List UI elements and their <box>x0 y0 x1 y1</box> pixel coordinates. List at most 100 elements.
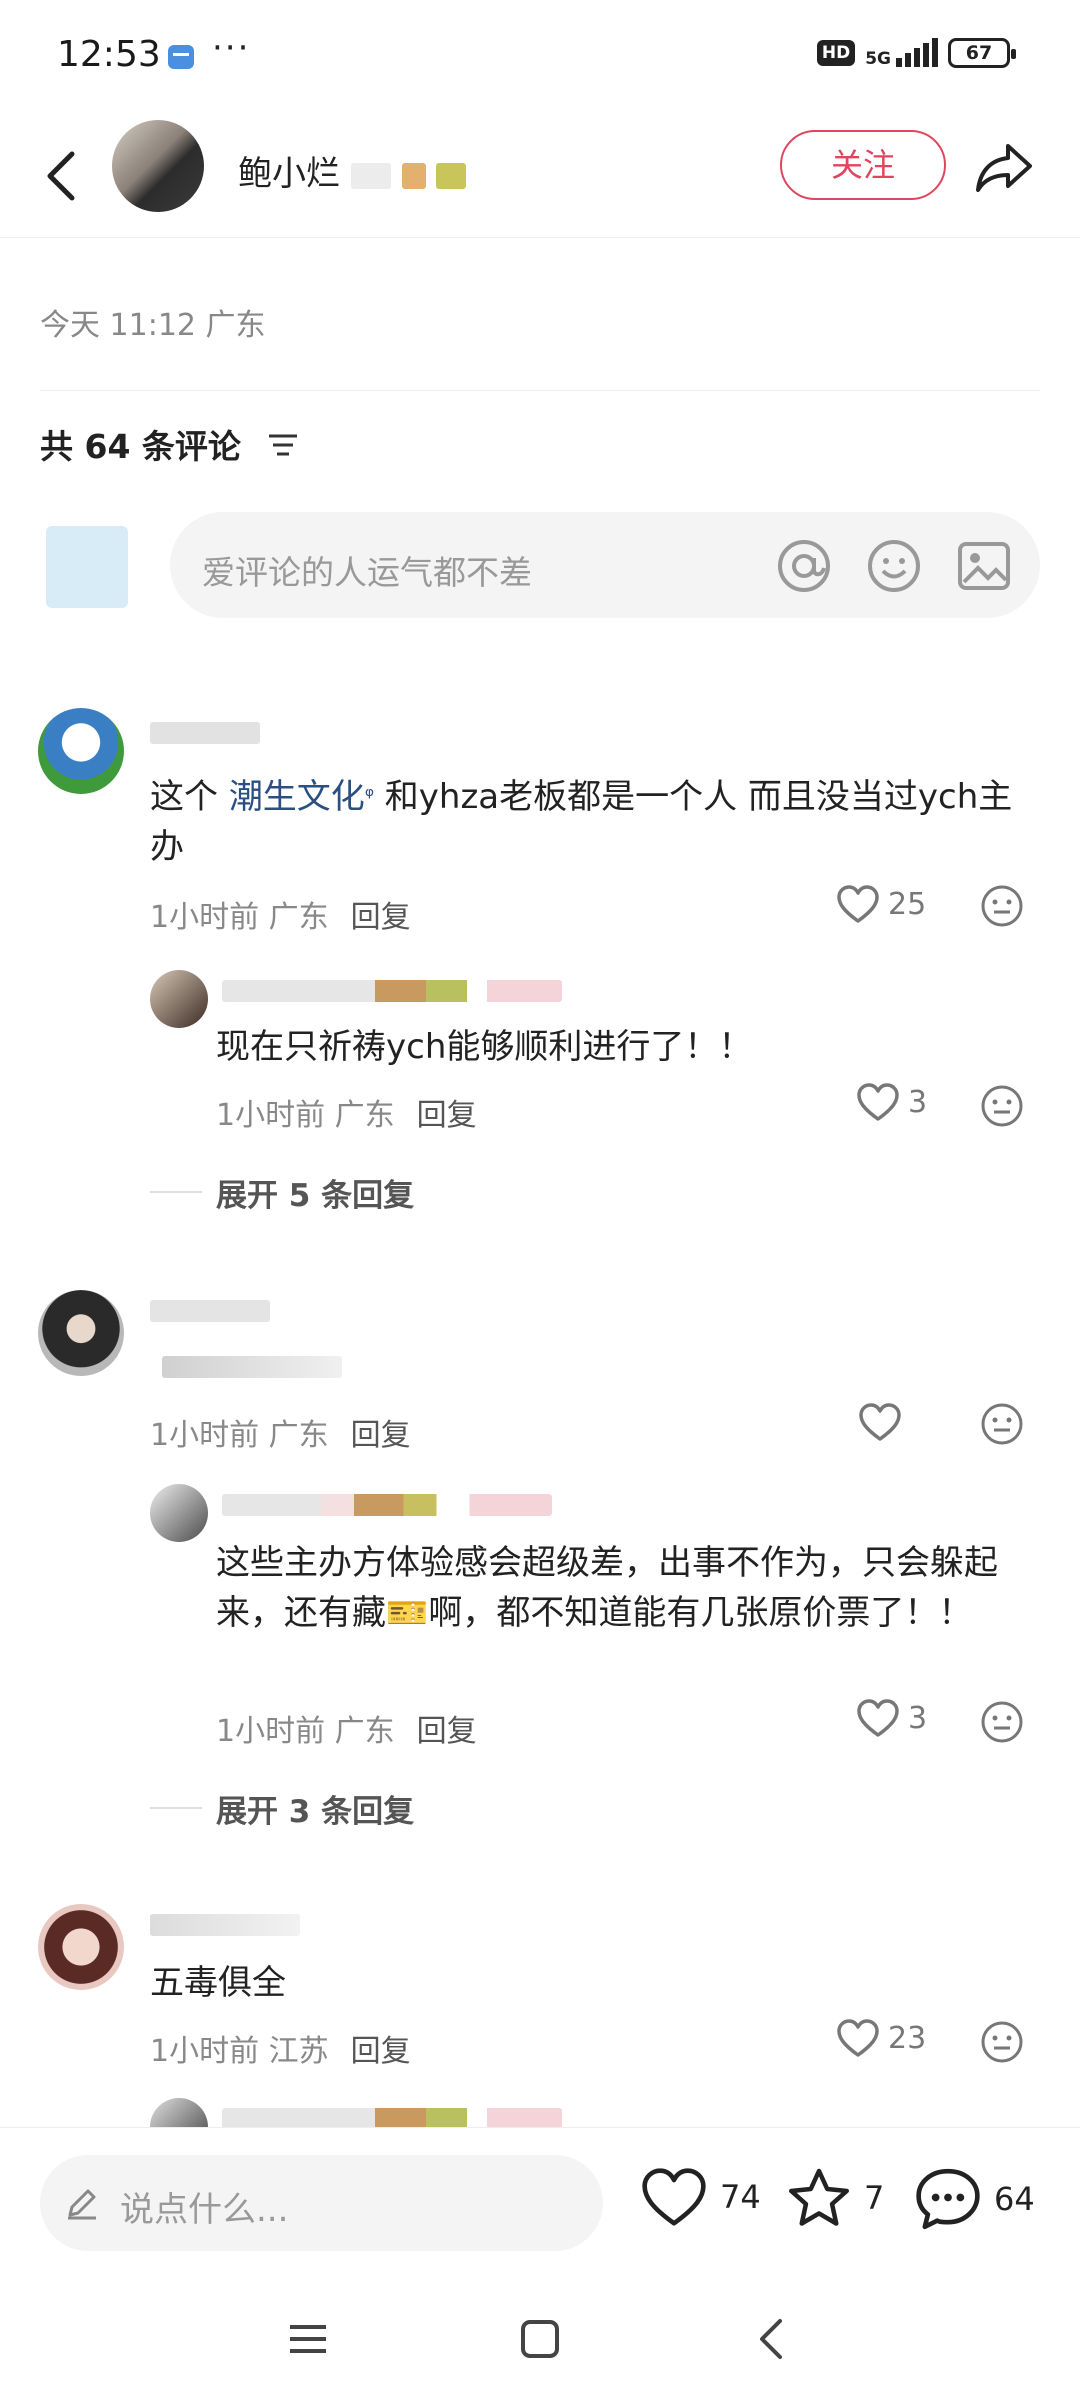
my-avatar <box>46 526 128 608</box>
reply-text: 这些主办方体验感会超级差，出事不作为，只会躲起来，还有藏🎫啊，都不知道能有几张原… <box>216 1543 998 1633</box>
status-bar: 12:53 ··· HD 5G 67 <box>0 0 1080 112</box>
like-count: 25 <box>888 886 927 922</box>
share-icon <box>976 144 1032 192</box>
chevron-left-icon <box>47 151 75 201</box>
like-button[interactable] <box>858 1402 910 1442</box>
heart-icon <box>859 1403 901 1441</box>
like-count: 23 <box>888 2020 927 2056</box>
back-button[interactable] <box>30 136 94 216</box>
post-comment-button[interactable]: 64 <box>914 2166 1035 2232</box>
image-icon <box>958 542 1010 590</box>
comment-meta: 1小时前 广东 回复 <box>150 1418 411 1453</box>
emoji-icon <box>981 885 1023 927</box>
react-button[interactable] <box>980 1700 1024 1744</box>
commenter-name[interactable] <box>150 1300 270 1322</box>
expand-replies-button[interactable]: 展开 3 条回复 <box>216 1786 414 1831</box>
reply-meta: 1小时前 广东 回复 <box>216 1098 477 1133</box>
emoji-button[interactable] <box>866 538 922 594</box>
follow-button[interactable]: 关注 <box>780 130 946 200</box>
emoji-icon <box>981 2021 1023 2063</box>
sort-button[interactable] <box>267 430 299 460</box>
commenter-avatar[interactable] <box>38 1290 124 1376</box>
reply-avatar[interactable] <box>150 970 208 1028</box>
post-time-location: 今天 11:12 广东 <box>40 308 266 343</box>
reply-avatar[interactable] <box>150 1484 208 1542</box>
status-time: 12:53 <box>57 34 161 75</box>
system-nav-bar <box>0 2277 1080 2400</box>
reply-name[interactable] <box>222 980 562 1002</box>
mention-button[interactable] <box>776 538 832 594</box>
like-button[interactable]: 3 <box>856 1698 927 1738</box>
like-button[interactable]: 25 <box>836 884 926 924</box>
home-square-icon <box>521 2320 559 2358</box>
nav-menu-button[interactable] <box>286 2317 330 2361</box>
reply-meta: 1小时前 广东 回复 <box>216 1714 477 1749</box>
reply-text: 现在只祈祷ych能够顺利进行了！！ <box>216 1027 753 1067</box>
reply-button[interactable]: 回复 <box>417 1098 477 1133</box>
notification-app-icon <box>168 45 194 69</box>
like-count: 3 <box>908 1084 928 1120</box>
comment-input-placeholder: 爱评论的人运气都不差 <box>202 553 532 592</box>
comment-meta: 1小时前 广东 回复 <box>150 900 411 935</box>
heart-icon <box>642 2168 706 2226</box>
emoji-icon <box>981 1403 1023 1445</box>
react-button[interactable] <box>980 884 1024 928</box>
status-indicators: HD 5G 67 <box>816 38 1016 68</box>
reply-button[interactable]: 回复 <box>417 1714 477 1749</box>
commenter-avatar[interactable] <box>38 708 124 794</box>
search-icon: ᵠ <box>364 784 374 809</box>
react-button[interactable] <box>980 1084 1024 1128</box>
divider <box>40 390 1040 391</box>
signal-icon: 5G <box>865 38 938 68</box>
commenter-name[interactable] <box>150 722 260 744</box>
nav-home-button[interactable] <box>518 2317 562 2361</box>
reply-button[interactable]: 回复 <box>351 900 411 935</box>
author-avatar[interactable] <box>112 120 204 212</box>
comment-text <box>162 1356 342 1378</box>
like-count: 3 <box>908 1700 928 1736</box>
comment-text: 这个 潮生文化ᵠ 和yhza老板都是一个人 而且没当过ych主办 <box>150 777 1013 867</box>
like-button[interactable]: 3 <box>856 1082 927 1122</box>
say-placeholder: 说点什么... <box>120 2190 289 2230</box>
post-like-button[interactable]: 74 <box>640 2166 761 2228</box>
post-star-count: 7 <box>864 2179 885 2217</box>
topic-link[interactable]: 潮生文化 <box>229 777 365 817</box>
like-button[interactable]: 23 <box>836 2018 926 2058</box>
heart-icon <box>837 885 879 923</box>
star-icon <box>789 2168 849 2226</box>
back-arrow-icon <box>760 2319 782 2359</box>
expand-divider <box>150 1807 202 1809</box>
comment-text: 五毒俱全 <box>150 1963 286 2003</box>
heart-icon <box>857 1699 899 1737</box>
comment-meta: 1小时前 江苏 回复 <box>150 2034 411 2069</box>
post-comment-count: 64 <box>994 2180 1035 2218</box>
reply-button[interactable]: 回复 <box>351 2034 411 2069</box>
commenter-name[interactable] <box>150 1914 300 1936</box>
say-something-input[interactable]: 说点什么... <box>40 2155 603 2251</box>
image-button[interactable] <box>956 538 1012 594</box>
heart-icon <box>837 2019 879 2057</box>
commenter-avatar[interactable] <box>38 1904 124 1990</box>
expand-divider <box>150 1191 202 1193</box>
share-button[interactable] <box>974 136 1034 196</box>
bottom-action-bar: 说点什么... 74 7 64 <box>0 2127 1080 2277</box>
emoji-icon <box>981 1701 1023 1743</box>
post-star-button[interactable]: 7 <box>786 2166 884 2230</box>
sort-icon <box>269 434 297 456</box>
nav-back-button[interactable] <box>750 2317 794 2361</box>
hd-icon: HD <box>816 40 856 66</box>
react-button[interactable] <box>980 2020 1024 2064</box>
status-more-icon: ··· <box>212 28 251 68</box>
post-header: 鲍小烂 关注 <box>0 112 1080 238</box>
author-name[interactable]: 鲍小烂 <box>238 146 467 195</box>
comments-count-title: 共 64 条评论 <box>40 427 241 466</box>
post-like-count: 74 <box>720 2178 761 2216</box>
reply-name[interactable] <box>222 1494 552 1516</box>
comment-input[interactable]: 爱评论的人运气都不差 <box>170 512 1040 618</box>
expand-replies-button[interactable]: 展开 5 条回复 <box>216 1170 414 1215</box>
react-button[interactable] <box>980 1402 1024 1446</box>
menu-icon <box>290 2325 326 2353</box>
emoji-icon <box>868 540 920 592</box>
pencil-icon <box>68 2189 96 2220</box>
reply-button[interactable]: 回复 <box>351 1418 411 1453</box>
